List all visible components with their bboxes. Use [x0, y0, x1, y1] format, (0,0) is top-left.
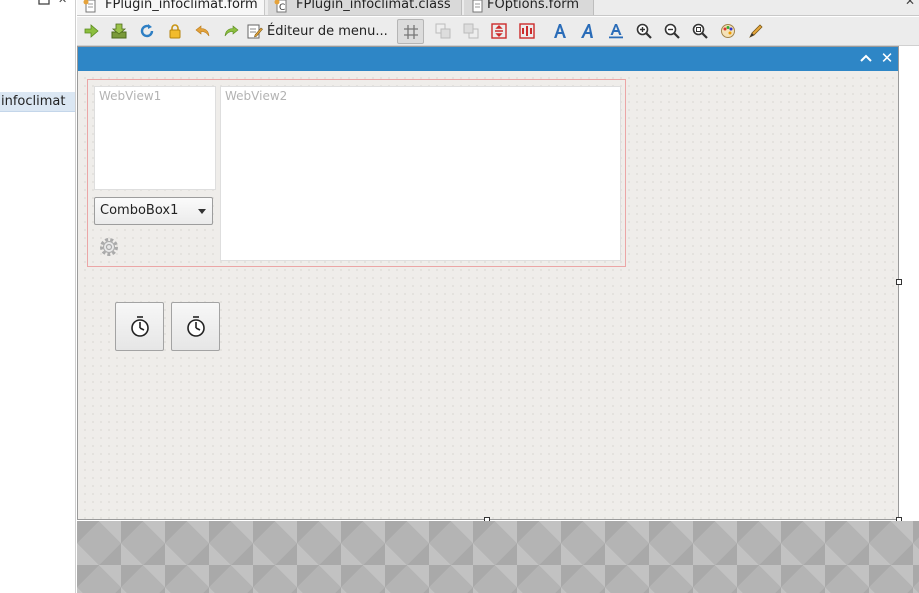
bring-front-icon[interactable] [434, 22, 452, 40]
undo-icon[interactable] [194, 22, 212, 40]
align-horizontal-icon[interactable] [518, 22, 536, 40]
grid-toggle-button[interactable] [397, 19, 424, 44]
properties-icon[interactable] [747, 22, 765, 40]
form-titlebar: ✕ [78, 47, 898, 71]
form-canvas[interactable]: WebView1 WebView2 ComboBox1 [78, 71, 898, 519]
align-vertical-icon[interactable] [490, 22, 508, 40]
font-italic-icon[interactable] [579, 22, 597, 40]
zoom-out-icon[interactable] [663, 22, 681, 40]
right-margin [899, 46, 919, 521]
form-icon [83, 0, 97, 13]
save-icon[interactable] [110, 22, 128, 40]
tab-bar: FPlugin_infoclimat.form C FPlugin_infocl… [77, 0, 919, 16]
redo-icon[interactable] [222, 22, 240, 40]
close-form-icon[interactable]: ✕ [879, 50, 895, 66]
close-tab-icon[interactable]: ✕ [905, 0, 915, 8]
menu-editor-icon [247, 24, 263, 39]
tree-item-infoclimat[interactable]: infoclimat [0, 92, 75, 112]
webview1[interactable]: WebView1 [94, 86, 216, 190]
class-icon: C [274, 0, 288, 13]
font-underline-icon[interactable] [607, 22, 625, 40]
maximize-icon[interactable] [858, 50, 874, 66]
grid-icon [403, 24, 418, 39]
form-icon [471, 0, 485, 13]
reload-icon[interactable] [138, 22, 156, 40]
webview2-label: WebView2 [225, 89, 288, 103]
tab-label: FPlugin_infoclimat.class [296, 0, 451, 12]
combobox-value: ComboBox1 [100, 203, 179, 218]
svg-text:C: C [279, 3, 285, 13]
send-back-icon[interactable] [462, 22, 480, 40]
menu-editor-label: Éditeur de menu... [267, 23, 388, 39]
run-icon[interactable] [82, 22, 100, 40]
designer-workspace-background [77, 521, 919, 593]
form-designer-window: ✕ WebView1 WebView2 ComboBox1 [77, 46, 899, 520]
lock-icon[interactable] [166, 22, 184, 40]
menu-editor-button[interactable]: Éditeur de menu... [247, 22, 388, 40]
timer-control-1[interactable] [115, 302, 164, 351]
timer-icon [186, 315, 205, 337]
toolbar: Éditeur de menu... [77, 17, 919, 46]
timer-icon [130, 315, 149, 337]
tab-label: FPlugin_infoclimat.form [105, 0, 258, 12]
container-panel[interactable]: WebView1 WebView2 ComboBox1 [87, 79, 626, 267]
chevron-down-icon [198, 209, 206, 214]
webview1-label: WebView1 [99, 89, 162, 103]
tab-fplugin-form[interactable]: FPlugin_infoclimat.form [77, 0, 265, 15]
tab-label: FOptions.form [487, 0, 580, 12]
resize-handle-right[interactable] [896, 279, 902, 285]
font-icon[interactable] [551, 22, 569, 40]
zoom-fit-icon[interactable] [691, 22, 709, 40]
webview2[interactable]: WebView2 [220, 86, 621, 261]
timer-control-2[interactable] [171, 302, 220, 351]
close-panel-icon[interactable]: ✕ [58, 0, 67, 5]
project-panel: ✕ infoclimat [0, 0, 76, 593]
combobox1[interactable]: ComboBox1 [94, 197, 213, 225]
tab-fplugin-class[interactable]: C FPlugin_infoclimat.class [268, 0, 462, 15]
colors-icon[interactable] [719, 22, 737, 40]
zoom-in-icon[interactable] [635, 22, 653, 40]
gear-icon[interactable] [97, 235, 121, 259]
panel-menu-icon[interactable] [38, 0, 50, 5]
tab-foptions-form[interactable]: FOptions.form [464, 0, 594, 15]
